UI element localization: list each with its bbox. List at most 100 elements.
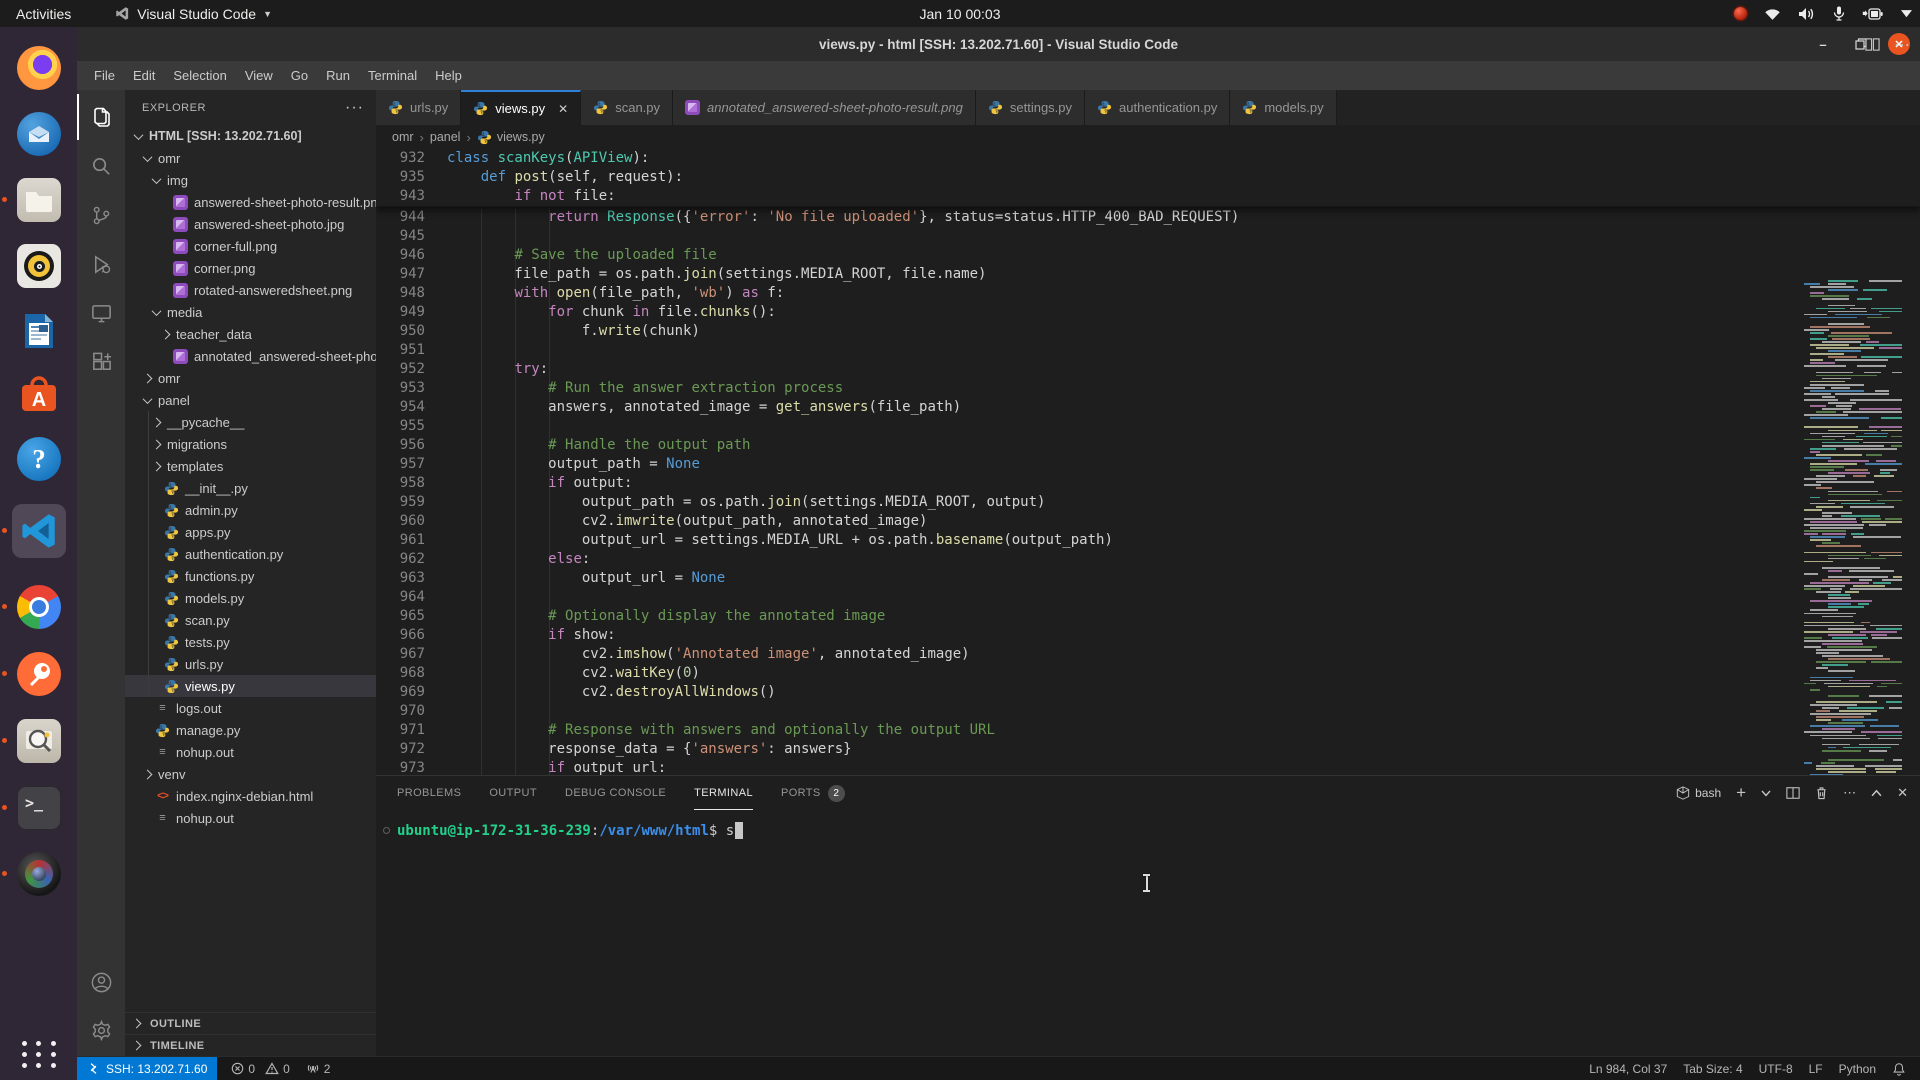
minimap[interactable] bbox=[1802, 271, 1906, 775]
tree-item-nohup-out[interactable]: ≡nohup.out bbox=[125, 741, 376, 763]
tree-item-scan-py[interactable]: scan.py bbox=[125, 609, 376, 631]
tree-item-answered-sheet-photo-jpg[interactable]: answered-sheet-photo.jpg bbox=[125, 213, 376, 235]
panel-tab-ports[interactable]: PORTS2 bbox=[781, 776, 845, 810]
code-editor[interactable]: 932class scanKeys(APIView):935 def post(… bbox=[376, 149, 1920, 775]
breadcrumb-views-py[interactable]: views.py bbox=[477, 130, 545, 145]
menu-view[interactable]: View bbox=[236, 64, 282, 87]
dock-terminal-icon[interactable]: >_ bbox=[12, 781, 66, 835]
tree-item-authentication-py[interactable]: authentication.py bbox=[125, 543, 376, 565]
dock-postman-icon[interactable] bbox=[12, 647, 66, 701]
tree-item-answered-sheet-photo-result-png[interactable]: answered-sheet-photo-result.png bbox=[125, 191, 376, 213]
tree-item-venv[interactable]: venv bbox=[125, 763, 376, 785]
tree-item-corner-png[interactable]: corner.png bbox=[125, 257, 376, 279]
breadcrumb-panel[interactable]: panel bbox=[430, 130, 461, 144]
tree-item-rotated-answeredsheet-png[interactable]: rotated-answeredsheet.png bbox=[125, 279, 376, 301]
tree-item-manage-py[interactable]: manage.py bbox=[125, 719, 376, 741]
tree-item-logs-out[interactable]: ≡logs.out bbox=[125, 697, 376, 719]
timeline-section[interactable]: TIMELINE bbox=[125, 1034, 376, 1056]
breadcrumb-omr[interactable]: omr bbox=[392, 130, 414, 144]
tab-settings-py[interactable]: settings.py bbox=[976, 90, 1085, 125]
tree-item-tests-py[interactable]: tests.py bbox=[125, 631, 376, 653]
menu-terminal[interactable]: Terminal bbox=[359, 64, 426, 87]
more-actions-icon[interactable]: ⋯ bbox=[1843, 785, 1856, 801]
activity-explorer-icon[interactable] bbox=[77, 94, 125, 140]
dock-gimp-icon[interactable] bbox=[12, 847, 66, 901]
menu-run[interactable]: Run bbox=[317, 64, 359, 87]
dock-screenshot-tool-icon[interactable] bbox=[12, 714, 66, 768]
dock-rhythmbox-icon[interactable] bbox=[12, 239, 66, 293]
tree-item-models-py[interactable]: models.py bbox=[125, 587, 376, 609]
problems-status[interactable]: 0 0 bbox=[223, 1057, 297, 1080]
tree-item-pycache[interactable]: __pycache__ bbox=[125, 411, 376, 433]
panel-tab-terminal[interactable]: TERMINAL bbox=[694, 776, 753, 810]
activity-extensions-icon[interactable] bbox=[77, 339, 125, 385]
status-utf-8[interactable]: UTF-8 bbox=[1751, 1057, 1801, 1080]
activity-account-icon[interactable] bbox=[77, 959, 125, 1005]
maximize-panel-icon[interactable] bbox=[1871, 789, 1882, 797]
tab-annotated-answered-sheet-photo-result-png[interactable]: annotated_answered-sheet-photo-result.pn… bbox=[673, 90, 976, 125]
tree-item-omr[interactable]: omr bbox=[125, 147, 376, 169]
tab-models-py[interactable]: models.py bbox=[1230, 90, 1336, 125]
system-tray[interactable] bbox=[1734, 0, 1912, 27]
panel-tab-debug-console[interactable]: DEBUG CONSOLE bbox=[565, 776, 666, 810]
tab-scan-py[interactable]: scan.py bbox=[581, 90, 673, 125]
dock-files-icon[interactable] bbox=[12, 173, 66, 227]
shell-selector[interactable]: bash bbox=[1676, 786, 1721, 800]
tree-item-index-nginx-debian-html[interactable]: <>index.nginx-debian.html bbox=[125, 785, 376, 807]
dock-chrome-icon[interactable] bbox=[12, 580, 66, 634]
tree-item-templates[interactable]: templates bbox=[125, 455, 376, 477]
menu-edit[interactable]: Edit bbox=[124, 64, 164, 87]
outline-section[interactable]: OUTLINE bbox=[125, 1012, 376, 1034]
close-panel-icon[interactable]: ✕ bbox=[1897, 785, 1908, 801]
menu-help[interactable]: Help bbox=[426, 64, 471, 87]
tree-item-migrations[interactable]: migrations bbox=[125, 433, 376, 455]
activity-source-control-icon[interactable] bbox=[77, 192, 125, 238]
ports-status[interactable]: 2 bbox=[298, 1057, 339, 1080]
tree-item-panel[interactable]: panel bbox=[125, 389, 376, 411]
tree-item-corner-full-png[interactable]: corner-full.png bbox=[125, 235, 376, 257]
dock-thunderbird-icon[interactable] bbox=[12, 107, 66, 161]
activities-button[interactable]: Activities bbox=[0, 0, 87, 27]
activity-search-icon[interactable] bbox=[77, 143, 125, 189]
status-lf[interactable]: LF bbox=[1801, 1057, 1831, 1080]
activity-run-debug-icon[interactable] bbox=[77, 241, 125, 287]
tree-item-html-ssh-13-202-71-60[interactable]: HTML [SSH: 13.202.71.60] bbox=[125, 125, 376, 147]
dock-vscode-icon[interactable] bbox=[12, 504, 66, 558]
tree-item-nohup-out[interactable]: ≡nohup.out bbox=[125, 807, 376, 829]
clock[interactable]: Jan 10 00:03 bbox=[0, 6, 1920, 22]
menu-selection[interactable]: Selection bbox=[164, 64, 235, 87]
tab-views-py[interactable]: views.py✕ bbox=[461, 90, 581, 125]
dock-ubuntu-software-icon[interactable]: A bbox=[12, 368, 66, 422]
tree-item-teacher-data[interactable]: teacher_data bbox=[125, 323, 376, 345]
panel-tab-output[interactable]: OUTPUT bbox=[489, 776, 537, 810]
tree-item-omr[interactable]: omr bbox=[125, 367, 376, 389]
tree-item-views-py[interactable]: views.py bbox=[125, 675, 376, 697]
remote-indicator[interactable]: SSH: 13.202.71.60 bbox=[77, 1057, 217, 1080]
split-editor-icon[interactable] bbox=[1865, 37, 1880, 52]
kill-terminal-icon[interactable] bbox=[1815, 786, 1828, 800]
new-terminal-icon[interactable]: + bbox=[1736, 783, 1746, 803]
activity-remote-explorer-icon[interactable] bbox=[77, 290, 125, 336]
close-tab-icon[interactable]: ✕ bbox=[558, 102, 568, 116]
dock-help-icon[interactable]: ? bbox=[12, 432, 66, 486]
status-python[interactable]: Python bbox=[1831, 1057, 1884, 1080]
dock-firefox-icon[interactable] bbox=[12, 41, 66, 95]
tree-item-media[interactable]: media bbox=[125, 301, 376, 323]
command-decoration-icon[interactable] bbox=[383, 827, 390, 834]
activity-settings-gear-icon[interactable] bbox=[77, 1007, 125, 1053]
status-tab-size-4[interactable]: Tab Size: 4 bbox=[1675, 1057, 1750, 1080]
tree-item-annotated-answered-sheet-pho[interactable]: annotated_answered-sheet-pho... bbox=[125, 345, 376, 367]
tab-urls-py[interactable]: urls.py bbox=[376, 90, 461, 125]
tree-item-urls-py[interactable]: urls.py bbox=[125, 653, 376, 675]
tree-item-init-py[interactable]: __init__.py bbox=[125, 477, 376, 499]
split-terminal-icon[interactable] bbox=[1786, 786, 1800, 800]
app-menu-button[interactable]: Visual Studio Code ▼ bbox=[105, 6, 282, 22]
tab-authentication-py[interactable]: authentication.py bbox=[1085, 90, 1230, 125]
panel-tab-problems[interactable]: PROBLEMS bbox=[397, 776, 461, 810]
terminal-content[interactable]: ubuntu@ip-172-31-36-239:/var/www/html$ s bbox=[376, 810, 1920, 1056]
tree-item-apps-py[interactable]: apps.py bbox=[125, 521, 376, 543]
window-title-bar[interactable]: views.py - html [SSH: 13.202.71.60] - Vi… bbox=[77, 27, 1920, 61]
menu-file[interactable]: File bbox=[85, 64, 124, 87]
show-applications-button[interactable] bbox=[20, 1035, 58, 1073]
dock-libreoffice-writer-icon[interactable] bbox=[12, 304, 66, 358]
